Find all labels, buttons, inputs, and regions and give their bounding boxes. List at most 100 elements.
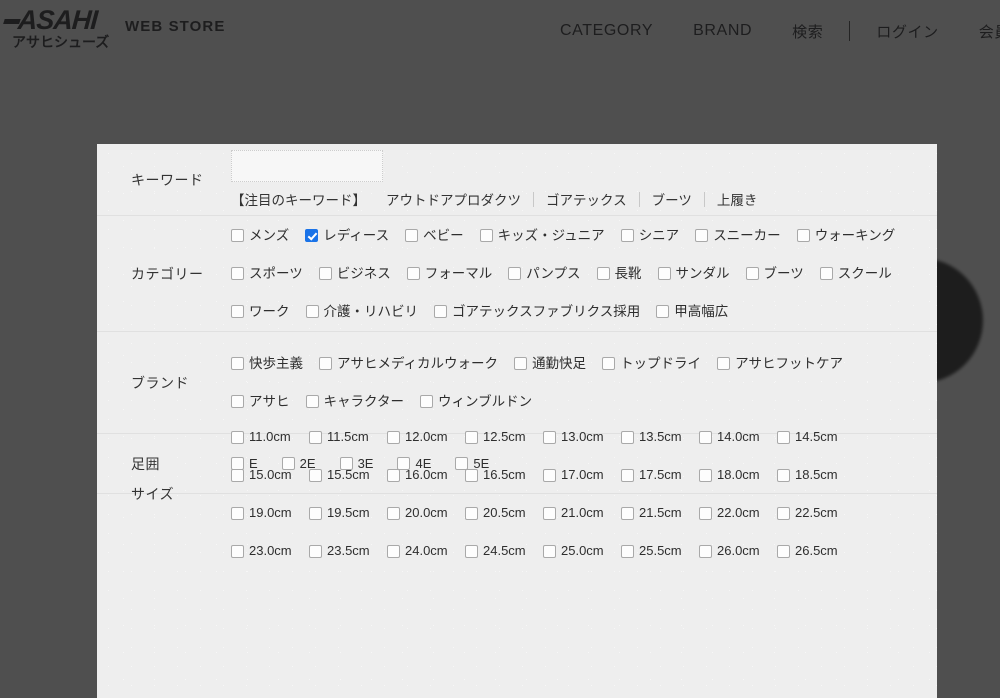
search-input[interactable] — [231, 150, 383, 182]
checkbox-スクール[interactable]: スクール — [819, 267, 892, 281]
checkbox-17.5cm[interactable]: 17.5cm — [621, 468, 699, 482]
checkbox-11.0cm[interactable]: 11.0cm — [231, 430, 309, 444]
checkbox-empty-icon[interactable] — [309, 506, 322, 520]
checkbox-empty-icon[interactable] — [596, 267, 610, 280]
checkbox-14.0cm[interactable]: 14.0cm — [699, 430, 777, 444]
checkbox-empty-icon[interactable] — [231, 544, 244, 558]
checkbox-empty-icon[interactable] — [305, 395, 319, 408]
featured-keyword-1[interactable]: ゴアテックス — [546, 189, 627, 209]
checkbox-21.0cm[interactable]: 21.0cm — [543, 506, 621, 520]
checkbox-18.0cm[interactable]: 18.0cm — [699, 468, 777, 482]
checkbox-empty-icon[interactable] — [387, 506, 400, 520]
checkbox-empty-icon[interactable] — [465, 544, 478, 558]
checkbox-empty-icon[interactable] — [309, 468, 322, 482]
checkbox-16.5cm[interactable]: 16.5cm — [465, 468, 543, 482]
checkbox-11.5cm[interactable]: 11.5cm — [309, 430, 387, 444]
checkbox-empty-icon[interactable] — [231, 468, 244, 482]
checkbox-19.5cm[interactable]: 19.5cm — [309, 506, 387, 520]
checkbox-ウォーキング[interactable]: ウォーキング — [796, 229, 895, 243]
checkbox-レディース[interactable]: レディース — [305, 229, 389, 243]
checkbox-キッズ・ジュニア[interactable]: キッズ・ジュニア — [479, 229, 605, 243]
checkbox-empty-icon[interactable] — [621, 468, 634, 482]
checkbox-empty-icon[interactable] — [819, 267, 833, 280]
checkbox-empty-icon[interactable] — [543, 468, 556, 482]
checkbox-empty-icon[interactable] — [543, 506, 556, 520]
checkbox-empty-icon[interactable] — [387, 468, 400, 482]
checkbox-empty-icon[interactable] — [745, 267, 759, 280]
checkbox-empty-icon[interactable] — [405, 229, 419, 242]
checkbox-empty-icon[interactable] — [479, 229, 493, 242]
checkbox-17.0cm[interactable]: 17.0cm — [543, 468, 621, 482]
checkbox-empty-icon[interactable] — [699, 544, 712, 558]
checkbox-トップドライ[interactable]: トップドライ — [602, 357, 701, 371]
checkbox-スニーカー[interactable]: スニーカー — [695, 229, 781, 243]
checkbox-empty-icon[interactable] — [419, 395, 433, 408]
checkbox-ブーツ[interactable]: ブーツ — [745, 267, 804, 281]
checkbox-empty-icon[interactable] — [231, 305, 244, 318]
checkbox-22.0cm[interactable]: 22.0cm — [699, 506, 777, 520]
checkbox-メンズ[interactable]: メンズ — [231, 229, 289, 243]
checkbox-empty-icon[interactable] — [387, 430, 400, 444]
featured-keyword-3[interactable]: 上履き — [717, 189, 758, 209]
checkbox-empty-icon[interactable] — [231, 395, 244, 408]
checkbox-フォーマル[interactable]: フォーマル — [406, 267, 492, 281]
checkbox-empty-icon[interactable] — [602, 357, 616, 370]
checkbox-20.5cm[interactable]: 20.5cm — [465, 506, 543, 520]
checkbox-ウィンブルドン[interactable]: ウィンブルドン — [419, 395, 532, 409]
checkbox-empty-icon[interactable] — [231, 229, 244, 242]
checkbox-empty-icon[interactable] — [465, 430, 478, 444]
checkbox-25.0cm[interactable]: 25.0cm — [543, 544, 621, 558]
checkbox-快歩主義[interactable]: 快歩主義 — [231, 357, 303, 371]
checkbox-15.5cm[interactable]: 15.5cm — [309, 468, 387, 482]
checkbox-12.0cm[interactable]: 12.0cm — [387, 430, 465, 444]
checkbox-empty-icon[interactable] — [318, 267, 332, 280]
checkbox-シニア[interactable]: シニア — [620, 229, 679, 243]
checkbox-empty-icon[interactable] — [508, 267, 522, 280]
checkbox-ワーク[interactable]: ワーク — [231, 305, 290, 319]
checkbox-empty-icon[interactable] — [621, 544, 634, 558]
checkbox-empty-icon[interactable] — [699, 430, 712, 444]
checkbox-アサヒ[interactable]: アサヒ — [231, 395, 290, 409]
checkbox-14.5cm[interactable]: 14.5cm — [777, 430, 855, 444]
checkbox-サンダル[interactable]: サンダル — [657, 267, 730, 281]
checkbox-24.5cm[interactable]: 24.5cm — [465, 544, 543, 558]
checkbox-empty-icon[interactable] — [231, 430, 244, 444]
checkbox-empty-icon[interactable] — [387, 544, 400, 558]
checkbox-empty-icon[interactable] — [543, 430, 556, 444]
checkbox-23.5cm[interactable]: 23.5cm — [309, 544, 387, 558]
checkbox-通勤快足[interactable]: 通勤快足 — [514, 357, 586, 371]
checkbox-長靴[interactable]: 長靴 — [596, 267, 642, 281]
checkbox-16.0cm[interactable]: 16.0cm — [387, 468, 465, 482]
checkbox-13.0cm[interactable]: 13.0cm — [543, 430, 621, 444]
checkbox-empty-icon[interactable] — [434, 305, 447, 318]
featured-keyword-0[interactable]: アウトドアプロダクツ — [386, 189, 521, 209]
checkbox-empty-icon[interactable] — [620, 229, 634, 242]
checkbox-empty-icon[interactable] — [305, 305, 319, 318]
checkbox-22.5cm[interactable]: 22.5cm — [777, 506, 855, 520]
checkbox-19.0cm[interactable]: 19.0cm — [231, 506, 309, 520]
checkbox-empty-icon[interactable] — [699, 468, 712, 482]
checkbox-ベビー[interactable]: ベビー — [405, 229, 464, 243]
checkbox-empty-icon[interactable] — [231, 506, 244, 520]
checkbox-empty-icon[interactable] — [514, 357, 528, 370]
checkbox-スポーツ[interactable]: スポーツ — [231, 267, 303, 281]
checkbox-empty-icon[interactable] — [309, 544, 322, 558]
checkbox-24.0cm[interactable]: 24.0cm — [387, 544, 465, 558]
checkbox-empty-icon[interactable] — [406, 267, 420, 280]
checkbox-empty-icon[interactable] — [699, 506, 712, 520]
checkbox-empty-icon[interactable] — [231, 267, 244, 280]
checkbox-checked-icon[interactable] — [305, 229, 319, 242]
checkbox-empty-icon[interactable] — [777, 468, 790, 482]
checkbox-キャラクター[interactable]: キャラクター — [305, 395, 404, 409]
checkbox-26.0cm[interactable]: 26.0cm — [699, 544, 777, 558]
checkbox-パンプス[interactable]: パンプス — [508, 267, 581, 281]
checkbox-甲高幅広[interactable]: 甲高幅広 — [656, 305, 728, 319]
checkbox-empty-icon[interactable] — [796, 229, 810, 242]
checkbox-empty-icon[interactable] — [777, 544, 790, 558]
checkbox-empty-icon[interactable] — [777, 506, 790, 520]
checkbox-アサヒメディカルウォーク[interactable]: アサヒメディカルウォーク — [319, 357, 498, 371]
checkbox-12.5cm[interactable]: 12.5cm — [465, 430, 543, 444]
checkbox-18.5cm[interactable]: 18.5cm — [777, 468, 855, 482]
checkbox-15.0cm[interactable]: 15.0cm — [231, 468, 309, 482]
checkbox-empty-icon[interactable] — [695, 229, 709, 242]
